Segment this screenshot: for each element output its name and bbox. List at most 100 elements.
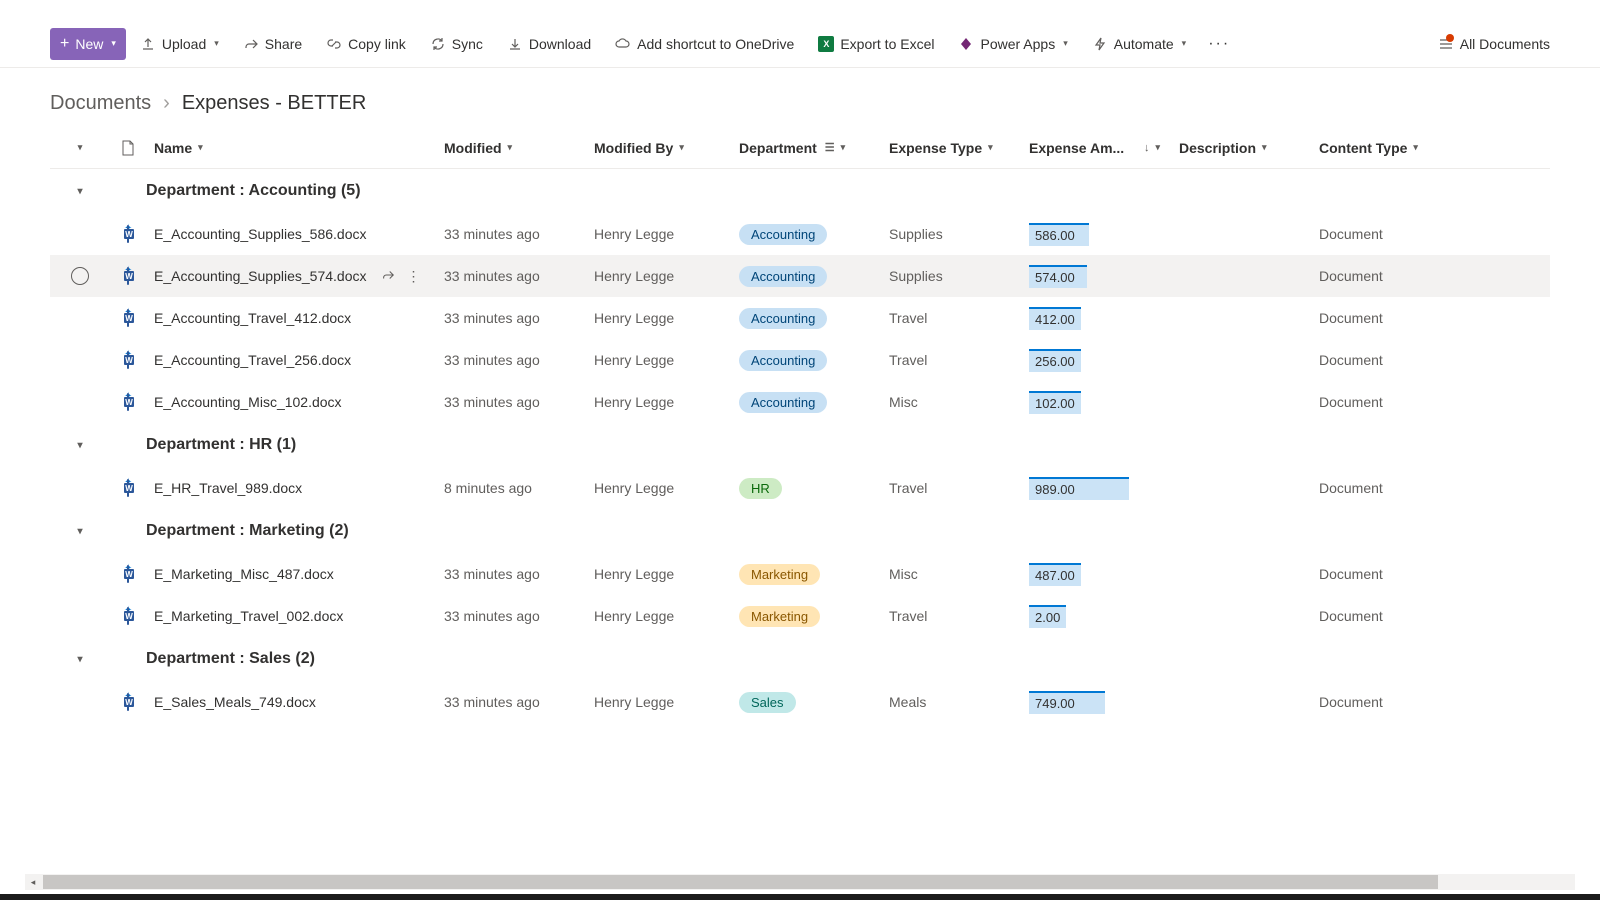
department-pill: Accounting (739, 392, 827, 413)
notification-dot-icon (1446, 34, 1454, 42)
modified-cell: 33 minutes ago (436, 694, 586, 710)
col-amount[interactable]: Expense Am... ↓▾ (1021, 140, 1171, 156)
col-name[interactable]: Name▾ (146, 140, 436, 156)
chevron-down-icon: ▾ (988, 142, 993, 153)
col-select[interactable]: ▾ (50, 142, 110, 153)
shortcut-button[interactable]: Add shortcut to OneDrive (605, 28, 804, 60)
share-icon[interactable] (381, 268, 395, 285)
amount-bar: 586.00 (1029, 223, 1089, 246)
group-header[interactable]: ▾Department : Marketing (2) (50, 509, 1550, 553)
upload-button[interactable]: Upload ▾ (130, 28, 229, 60)
word-doc-icon (127, 693, 129, 711)
download-button[interactable]: Download (497, 28, 601, 60)
breadcrumb-root[interactable]: Documents (50, 92, 151, 115)
table-row[interactable]: ✦ E_Marketing_Travel_002.docx ⋮ 33 minut… (50, 595, 1550, 637)
amount-bar: 102.00 (1029, 391, 1081, 414)
modifiedby-cell[interactable]: Henry Legge (586, 480, 731, 496)
more-button[interactable]: ··· (1200, 35, 1238, 53)
group-header[interactable]: ▾Department : Accounting (5) (50, 169, 1550, 213)
chevron-down-icon: ▾ (1262, 142, 1267, 153)
more-vertical-icon[interactable]: ⋮ (407, 268, 421, 285)
chevron-down-icon: ▾ (50, 440, 110, 451)
table-row[interactable]: ✦ E_Sales_Meals_749.docx ⋮ 33 minutes ag… (50, 681, 1550, 723)
col-department[interactable]: Department☰▾ (731, 140, 881, 156)
command-bar: + New ▾ Upload ▾ Share Copy link Sync Do… (0, 20, 1600, 68)
contenttype-cell: Document (1311, 352, 1431, 368)
group-label: Department : Accounting (5) (146, 182, 361, 200)
col-modified[interactable]: Modified▾ (436, 140, 586, 156)
sync-button[interactable]: Sync (420, 28, 493, 60)
col-modifiedby[interactable]: Modified By▾ (586, 140, 731, 156)
col-description[interactable]: Description▾ (1171, 140, 1311, 156)
file-name[interactable]: E_Accounting_Supplies_574.docx (154, 268, 367, 284)
file-name[interactable]: E_Accounting_Travel_256.docx (154, 352, 351, 368)
row-select-radio[interactable] (71, 267, 89, 285)
automate-button[interactable]: Automate ▾ (1082, 28, 1196, 60)
bottom-bar (0, 894, 1600, 900)
chevron-down-icon: ▾ (508, 142, 513, 153)
file-name[interactable]: E_Marketing_Travel_002.docx (154, 608, 343, 624)
expensetype-cell: Travel (881, 352, 1021, 368)
file-name[interactable]: E_Sales_Meals_749.docx (154, 694, 316, 710)
modifiedby-cell[interactable]: Henry Legge (586, 694, 731, 710)
amount-bar: 2.00 (1029, 605, 1066, 628)
file-name[interactable]: E_Accounting_Supplies_586.docx (154, 226, 367, 242)
chevron-down-icon: ▾ (50, 654, 110, 665)
modifiedby-cell[interactable]: Henry Legge (586, 226, 731, 242)
table-row[interactable]: ✦ E_Marketing_Misc_487.docx ⋮ 33 minutes… (50, 553, 1550, 595)
group-label: Department : Marketing (2) (146, 522, 349, 540)
file-name[interactable]: E_Marketing_Misc_487.docx (154, 566, 334, 582)
modifiedby-cell[interactable]: Henry Legge (586, 394, 731, 410)
sync-icon (430, 36, 446, 52)
modifiedby-cell[interactable]: Henry Legge (586, 608, 731, 624)
table-row[interactable]: ✦ E_Accounting_Travel_412.docx ⋮ 33 minu… (50, 297, 1550, 339)
modified-cell: 33 minutes ago (436, 608, 586, 624)
word-doc-icon (127, 565, 129, 583)
modifiedby-cell[interactable]: Henry Legge (586, 352, 731, 368)
department-pill: Sales (739, 692, 796, 713)
table-row[interactable]: ✦ E_Accounting_Supplies_586.docx ⋮ 33 mi… (50, 213, 1550, 255)
contenttype-cell: Document (1311, 268, 1431, 284)
view-switcher[interactable]: All Documents (1438, 36, 1550, 52)
table-row[interactable]: ✦ E_Accounting_Travel_256.docx ⋮ 33 minu… (50, 339, 1550, 381)
contenttype-cell: Document (1311, 608, 1431, 624)
modifiedby-cell[interactable]: Henry Legge (586, 310, 731, 326)
file-name[interactable]: E_HR_Travel_989.docx (154, 480, 302, 496)
modified-cell: 33 minutes ago (436, 226, 586, 242)
grid-header: ▾ Name▾ Modified▾ Modified By▾ Departmen… (50, 127, 1550, 169)
group-header[interactable]: ▾Department : HR (1) (50, 423, 1550, 467)
new-label: New (75, 36, 103, 52)
word-doc-icon (127, 309, 129, 327)
table-row[interactable]: ✦ E_Accounting_Misc_102.docx ⋮ 33 minute… (50, 381, 1550, 423)
share-button[interactable]: Share (233, 28, 312, 60)
word-doc-icon (127, 479, 129, 497)
amount-bar: 574.00 (1029, 265, 1087, 288)
scroll-left-icon[interactable]: ◂ (25, 874, 41, 890)
contenttype-cell: Document (1311, 694, 1431, 710)
modifiedby-cell[interactable]: Henry Legge (586, 566, 731, 582)
modifiedby-cell[interactable]: Henry Legge (586, 268, 731, 284)
horizontal-scrollbar[interactable]: ◂ (25, 874, 1575, 890)
col-filetype[interactable] (110, 140, 146, 156)
link-icon (326, 36, 342, 52)
chevron-down-icon: ▾ (78, 142, 83, 153)
copylink-button[interactable]: Copy link (316, 28, 416, 60)
export-excel-button[interactable]: X Export to Excel (808, 28, 944, 60)
table-row[interactable]: ✦ E_Accounting_Supplies_574.docx ⋮ 33 mi… (50, 255, 1550, 297)
department-pill: Marketing (739, 606, 820, 627)
col-expensetype[interactable]: Expense Type▾ (881, 140, 1021, 156)
amount-bar: 749.00 (1029, 691, 1105, 714)
file-name[interactable]: E_Accounting_Misc_102.docx (154, 394, 342, 410)
breadcrumb-current: Expenses - BETTER (182, 92, 367, 115)
col-contenttype[interactable]: Content Type▾ (1311, 140, 1431, 156)
table-row[interactable]: ✦ E_HR_Travel_989.docx ⋮ 8 minutes ago H… (50, 467, 1550, 509)
department-pill: Accounting (739, 224, 827, 245)
new-button[interactable]: + New ▾ (50, 28, 126, 60)
word-doc-icon (127, 607, 129, 625)
file-name[interactable]: E_Accounting_Travel_412.docx (154, 310, 351, 326)
scroll-thumb[interactable] (43, 875, 1438, 889)
plus-icon: + (60, 35, 69, 53)
upload-icon (140, 36, 156, 52)
powerapps-button[interactable]: Power Apps ▾ (948, 28, 1077, 60)
group-header[interactable]: ▾Department : Sales (2) (50, 637, 1550, 681)
